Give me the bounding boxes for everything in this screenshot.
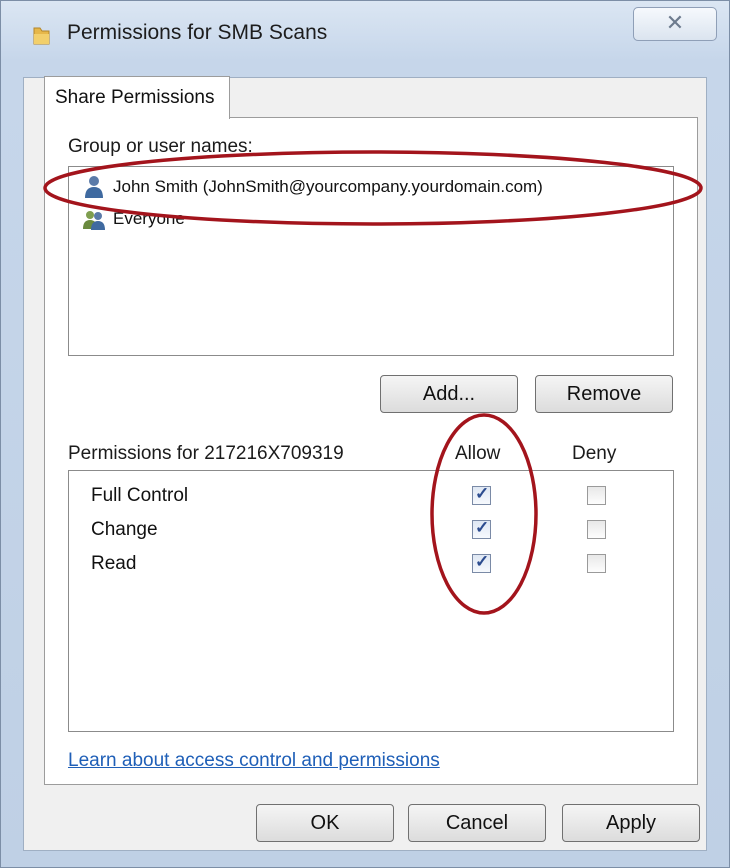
permission-label-full-control: Full Control (91, 485, 189, 506)
list-item-everyone[interactable]: Everyone (83, 205, 185, 233)
allow-change-checkbox[interactable] (472, 518, 491, 539)
title-bar[interactable]: Permissions for SMB Scans ✕ (1, 1, 729, 63)
deny-change-checkbox[interactable] (587, 520, 606, 539)
deny-full-control-checkbox[interactable] (587, 486, 606, 505)
cancel-button[interactable]: Cancel (408, 804, 546, 842)
users-group-icon (83, 211, 105, 230)
folder-icon (33, 27, 50, 45)
tab-share-permissions[interactable]: Share Permissions (44, 76, 230, 119)
permission-label-read: Read (91, 553, 137, 574)
deny-column-header: Deny (572, 443, 617, 464)
deny-read-checkbox[interactable] (587, 554, 606, 573)
remove-button[interactable]: Remove (535, 375, 673, 413)
learn-more-link[interactable]: Learn about access control and permissio… (68, 750, 440, 772)
list-item-label: John Smith (JohnSmith@yourcompany.yourdo… (113, 177, 543, 196)
group-user-listbox[interactable]: John Smith (JohnSmith@yourcompany.yourdo… (68, 166, 674, 356)
allow-read-checkbox[interactable] (472, 552, 491, 573)
list-item-label: Everyone (113, 209, 185, 228)
add-button[interactable]: Add... (380, 375, 518, 413)
group-names-label: Group or user names: (68, 136, 253, 157)
window-title: Permissions for SMB Scans (67, 21, 328, 44)
apply-button[interactable]: Apply (562, 804, 700, 842)
user-icon (85, 176, 103, 198)
permission-label-change: Change (91, 519, 158, 540)
ok-button[interactable]: OK (256, 804, 394, 842)
close-button[interactable]: ✕ (633, 7, 717, 41)
permissions-list: Full Control Change Read (68, 470, 674, 732)
list-item-john-smith[interactable]: John Smith (JohnSmith@yourcompany.yourdo… (83, 173, 543, 201)
allow-full-control-checkbox[interactable] (472, 484, 491, 505)
permissions-header: Permissions for 217216X709319 (68, 443, 344, 464)
allow-column-header: Allow (455, 443, 501, 464)
